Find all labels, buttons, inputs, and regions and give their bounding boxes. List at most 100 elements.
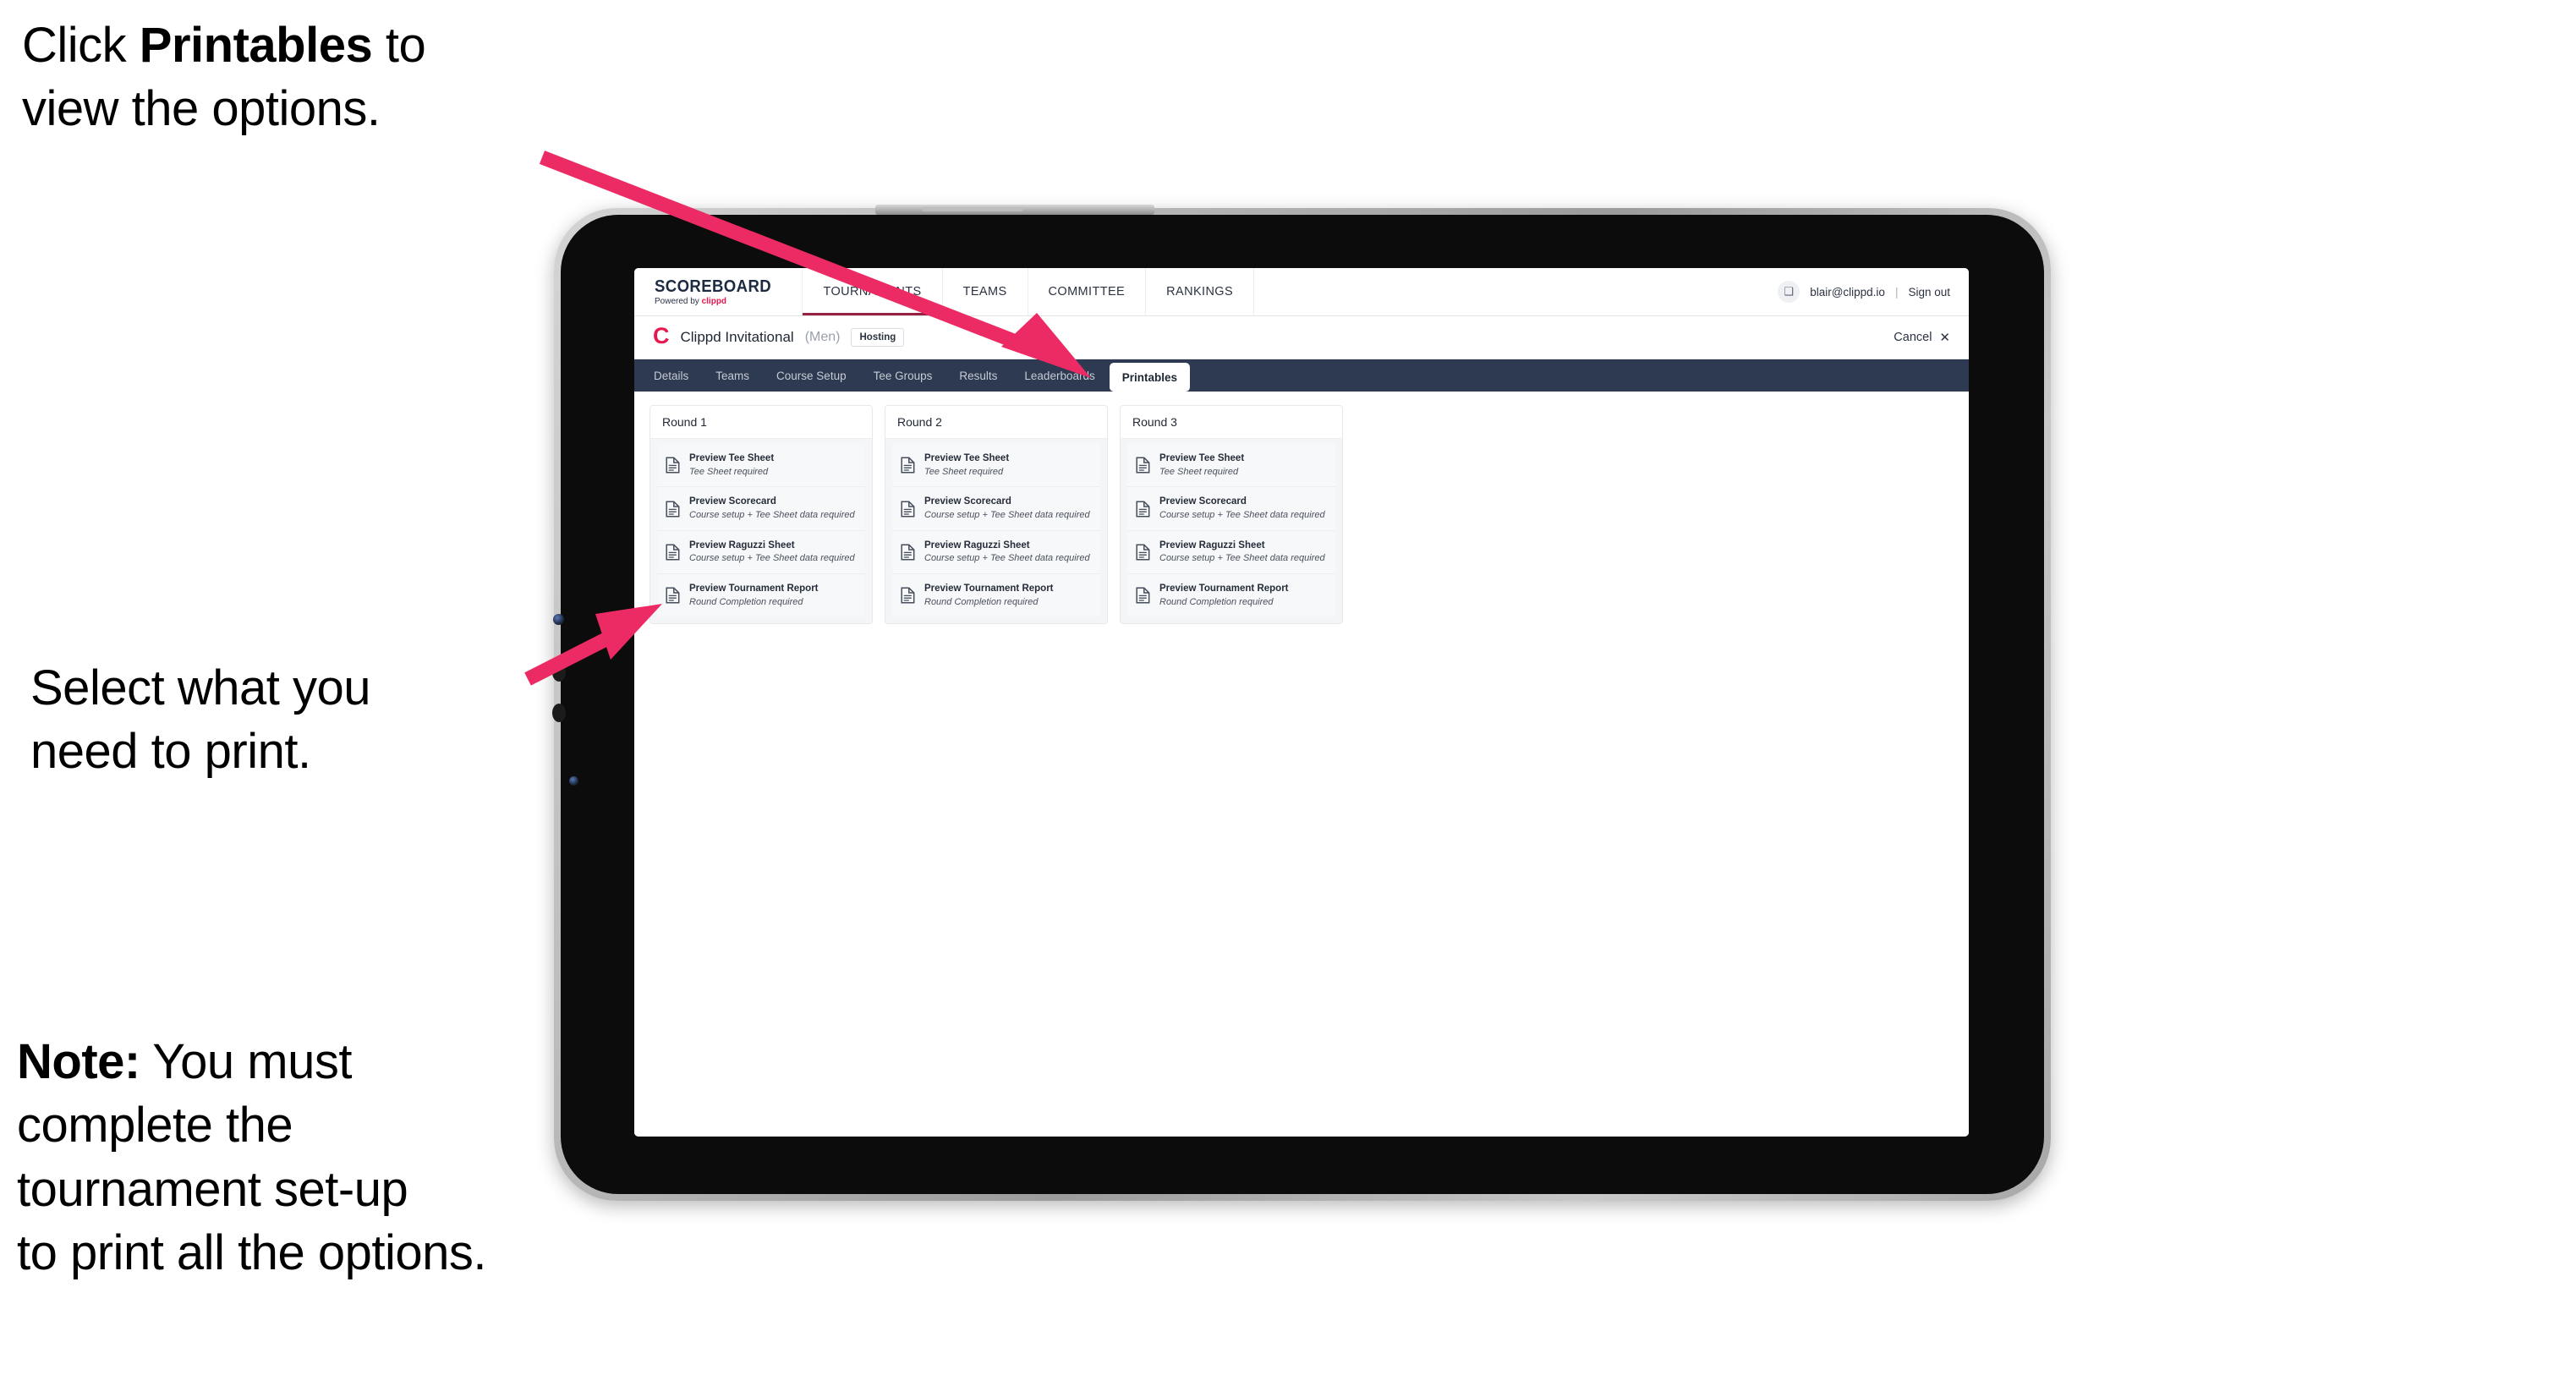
avatar[interactable]: ❑: [1778, 281, 1800, 303]
tab-label-tee-groups: Tee Groups: [873, 369, 933, 382]
printable-requirement: Tee Sheet required: [924, 466, 1004, 477]
printable-text: Preview Scorecard Course setup + Tee She…: [924, 496, 1090, 521]
printable-text: Preview Raguzzi Sheet Course setup + Tee…: [689, 540, 855, 565]
document-icon: [1136, 500, 1150, 518]
cancel-label: Cancel: [1894, 331, 1932, 344]
printable-title: Preview Raguzzi Sheet: [1159, 540, 1265, 551]
tab-course-setup[interactable]: Course Setup: [764, 363, 859, 388]
printable-requirement: Course setup + Tee Sheet data required: [1159, 509, 1325, 520]
document-icon: [666, 587, 680, 604]
nav-item-rankings[interactable]: RANKINGS: [1146, 268, 1255, 315]
round-column: Round 3 Preview Tee Sheet Tee Sheet requ…: [1120, 405, 1343, 625]
tab-printables[interactable]: Printables: [1109, 363, 1191, 392]
clippd-wordmark: clippd: [701, 296, 727, 306]
document-icon: [901, 500, 915, 518]
document-icon: [1136, 544, 1150, 561]
tab-label-details: Details: [654, 369, 689, 382]
round-items: Preview Tee Sheet Tee Sheet required Pre…: [650, 439, 872, 624]
printable-row-tee-sheet[interactable]: Preview Tee Sheet Tee Sheet required: [1127, 444, 1335, 488]
printable-text: Preview Scorecard Course setup + Tee She…: [689, 496, 855, 521]
printable-title: Preview Raguzzi Sheet: [689, 540, 795, 551]
document-icon: [901, 544, 915, 561]
printable-row-tee-sheet[interactable]: Preview Tee Sheet Tee Sheet required: [892, 444, 1100, 488]
annotation-select-what-to-print: Select what you need to print.: [30, 660, 370, 780]
printable-text: Preview Raguzzi Sheet Course setup + Tee…: [1159, 540, 1325, 565]
nav-item-teams[interactable]: TEAMS: [943, 268, 1028, 315]
account-separator: |: [1894, 285, 1899, 299]
printable-requirement: Round Completion required: [924, 596, 1039, 607]
account-email: blair@clippd.io: [1810, 285, 1885, 299]
printable-requirement: Round Completion required: [1159, 596, 1274, 607]
document-icon: [901, 587, 915, 604]
avatar-glyph-icon: ❑: [1784, 285, 1795, 298]
tournament-name: Clippd Invitational: [680, 329, 794, 345]
nav-item-committee[interactable]: COMMITTEE: [1028, 268, 1147, 315]
printable-requirement: Course setup + Tee Sheet data required: [924, 509, 1090, 520]
tournament-gender: (Men): [804, 330, 841, 344]
printable-text: Preview Scorecard Course setup + Tee She…: [1159, 496, 1325, 521]
printable-title: Preview Scorecard: [689, 496, 776, 507]
printable-row-scorecard[interactable]: Preview Scorecard Course setup + Tee She…: [892, 487, 1100, 531]
printable-requirement: Round Completion required: [689, 596, 803, 607]
tab-details[interactable]: Details: [641, 363, 701, 388]
printable-title: Preview Scorecard: [924, 496, 1011, 507]
printable-row-tournament-report[interactable]: Preview Tournament Report Round Completi…: [1127, 574, 1335, 617]
front-camera-icon: [553, 614, 564, 625]
round-title: Round 2: [885, 406, 1107, 439]
printables-panel: Round 1 Preview Tee Sheet Tee Sheet requ…: [634, 392, 1969, 1137]
printable-title: Preview Tee Sheet: [1159, 453, 1245, 463]
nav-label-rankings: RANKINGS: [1166, 285, 1234, 299]
printable-row-tee-sheet[interactable]: Preview Tee Sheet Tee Sheet required: [657, 444, 865, 488]
printable-row-tournament-report[interactable]: Preview Tournament Report Round Completi…: [657, 574, 865, 617]
printable-text: Preview Tournament Report Round Completi…: [924, 583, 1054, 608]
printable-row-tournament-report[interactable]: Preview Tournament Report Round Completi…: [892, 574, 1100, 617]
hosting-badge[interactable]: Hosting: [851, 328, 905, 347]
sign-out-link[interactable]: Sign out: [1908, 286, 1950, 299]
printable-title: Preview Scorecard: [1159, 496, 1247, 507]
printable-title: Preview Tee Sheet: [689, 453, 775, 463]
round-title: Round 3: [1121, 406, 1342, 439]
nav-label-tournaments: TOURNAMENTS: [823, 285, 922, 299]
brand-name: SCOREBOARD: [655, 277, 772, 296]
printable-text: Preview Tee Sheet Tee Sheet required: [1159, 452, 1244, 478]
volume-up-button[interactable]: [552, 663, 566, 682]
printable-requirement: Course setup + Tee Sheet data required: [924, 553, 1090, 564]
brand-tagline: Powered by clippd: [655, 296, 780, 306]
tab-label-leaderboards: Leaderboards: [1024, 369, 1095, 382]
tab-leaderboards[interactable]: Leaderboards: [1011, 363, 1107, 388]
nav-item-tournaments[interactable]: TOURNAMENTS: [803, 268, 943, 315]
printable-row-scorecard[interactable]: Preview Scorecard Course setup + Tee She…: [1127, 487, 1335, 531]
tournament-title-bar: C Clippd Invitational (Men) Hosting Canc…: [634, 316, 1969, 359]
printable-row-scorecard[interactable]: Preview Scorecard Course setup + Tee She…: [657, 487, 865, 531]
tablet-top-speaker: [875, 205, 1154, 215]
clippd-c-logo-icon: C: [653, 323, 670, 348]
printable-requirement: Course setup + Tee Sheet data required: [689, 509, 855, 520]
app-header: SCOREBOARD Powered by clippd TOURNAMENTS…: [634, 268, 1969, 316]
tablet-screen: SCOREBOARD Powered by clippd TOURNAMENTS…: [634, 268, 1969, 1137]
document-icon: [901, 457, 915, 474]
tab-results[interactable]: Results: [946, 363, 1010, 388]
printable-row-raguzzi-sheet[interactable]: Preview Raguzzi Sheet Course setup + Tee…: [892, 530, 1100, 575]
annotation-click-printables: Click Printables to view the options.: [22, 18, 426, 137]
round-items: Preview Tee Sheet Tee Sheet required Pre…: [1121, 439, 1342, 624]
nav-label-committee: COMMITTEE: [1048, 285, 1126, 299]
printable-text: Preview Tournament Report Round Completi…: [689, 583, 819, 608]
printable-title: Preview Tournament Report: [689, 583, 819, 594]
printable-requirement: Tee Sheet required: [1159, 466, 1239, 477]
document-icon: [1136, 587, 1150, 604]
printable-row-raguzzi-sheet[interactable]: Preview Raguzzi Sheet Course setup + Tee…: [1127, 530, 1335, 575]
cancel-button[interactable]: Cancel ✕: [1894, 331, 1950, 344]
document-icon: [1136, 457, 1150, 474]
tab-teams[interactable]: Teams: [703, 363, 762, 388]
printable-row-raguzzi-sheet[interactable]: Preview Raguzzi Sheet Course setup + Tee…: [657, 530, 865, 575]
volume-down-button[interactable]: [552, 704, 566, 722]
tab-label-printables: Printables: [1121, 370, 1178, 384]
scoreboard-logo[interactable]: SCOREBOARD Powered by clippd: [634, 268, 803, 315]
printable-title: Preview Raguzzi Sheet: [924, 540, 1030, 551]
round-title: Round 1: [650, 406, 872, 439]
printable-text: Preview Tee Sheet Tee Sheet required: [924, 452, 1009, 478]
tab-label-teams: Teams: [715, 369, 750, 382]
printable-text: Preview Raguzzi Sheet Course setup + Tee…: [924, 540, 1090, 565]
tab-tee-groups[interactable]: Tee Groups: [861, 363, 945, 388]
printable-text: Preview Tee Sheet Tee Sheet required: [689, 452, 774, 478]
